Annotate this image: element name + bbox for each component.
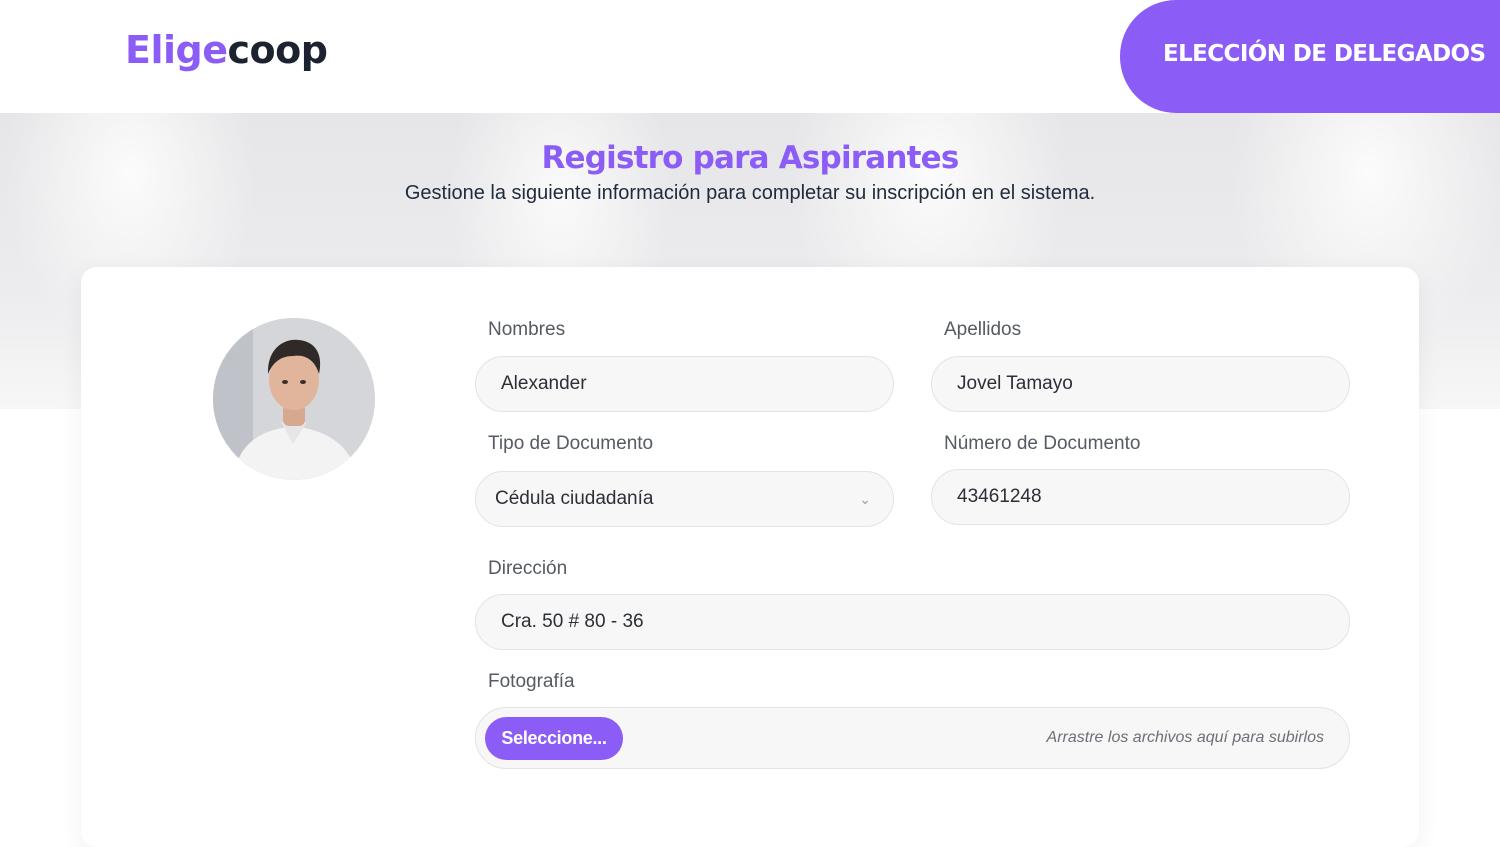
fotografia-label: Fotografía: [488, 671, 575, 692]
chevron-down-icon: ⌄: [859, 491, 871, 507]
direccion-input[interactable]: Cra. 50 # 80 - 36: [475, 594, 1350, 650]
fotografia-upload-zone[interactable]: Seleccione... Arrastre los archivos aquí…: [475, 707, 1350, 769]
apellidos-input[interactable]: Jovel Tamayo: [931, 356, 1350, 412]
nombres-label: Nombres: [488, 319, 566, 340]
page-subtitle: Gestione la siguiente información para c…: [404, 182, 1096, 204]
apellidos-label: Apellidos: [944, 319, 1022, 340]
eligecoop-logo[interactable]: Eligecoop: [125, 28, 328, 72]
numero-documento-value: 43461248: [957, 486, 1042, 507]
apellidos-value: Jovel Tamayo: [957, 373, 1073, 394]
direccion-label: Dirección: [488, 558, 568, 579]
nombres-input[interactable]: Alexander: [475, 356, 894, 412]
profile-photo: [213, 318, 375, 480]
select-file-button[interactable]: Seleccione...: [485, 717, 623, 760]
election-badge-label: ELECCIÓN DE DELEGADOS: [1163, 41, 1486, 67]
numero-documento-label: Número de Documento: [944, 433, 1141, 454]
person-photo-icon: [213, 318, 375, 480]
nombres-value: Alexander: [501, 373, 587, 394]
numero-documento-input[interactable]: 43461248: [931, 469, 1350, 525]
tipo-documento-value: Cédula ciudadanía: [495, 488, 654, 509]
election-badge: ELECCIÓN DE DELEGADOS: [1120, 0, 1500, 113]
top-header: Eligecoop ELECCIÓN DE DELEGADOS: [0, 0, 1500, 113]
logo-part-elige: Elige: [125, 28, 228, 72]
drop-hint: Arrastre los archivos aquí para subirlos: [1046, 729, 1324, 746]
logo-part-coop: coop: [227, 28, 328, 72]
page-title: Registro para Aspirantes: [541, 140, 959, 176]
direccion-value: Cra. 50 # 80 - 36: [501, 611, 644, 632]
tipo-documento-select[interactable]: Cédula ciudadanía ⌄: [475, 471, 894, 527]
tipo-documento-label: Tipo de Documento: [488, 433, 654, 454]
